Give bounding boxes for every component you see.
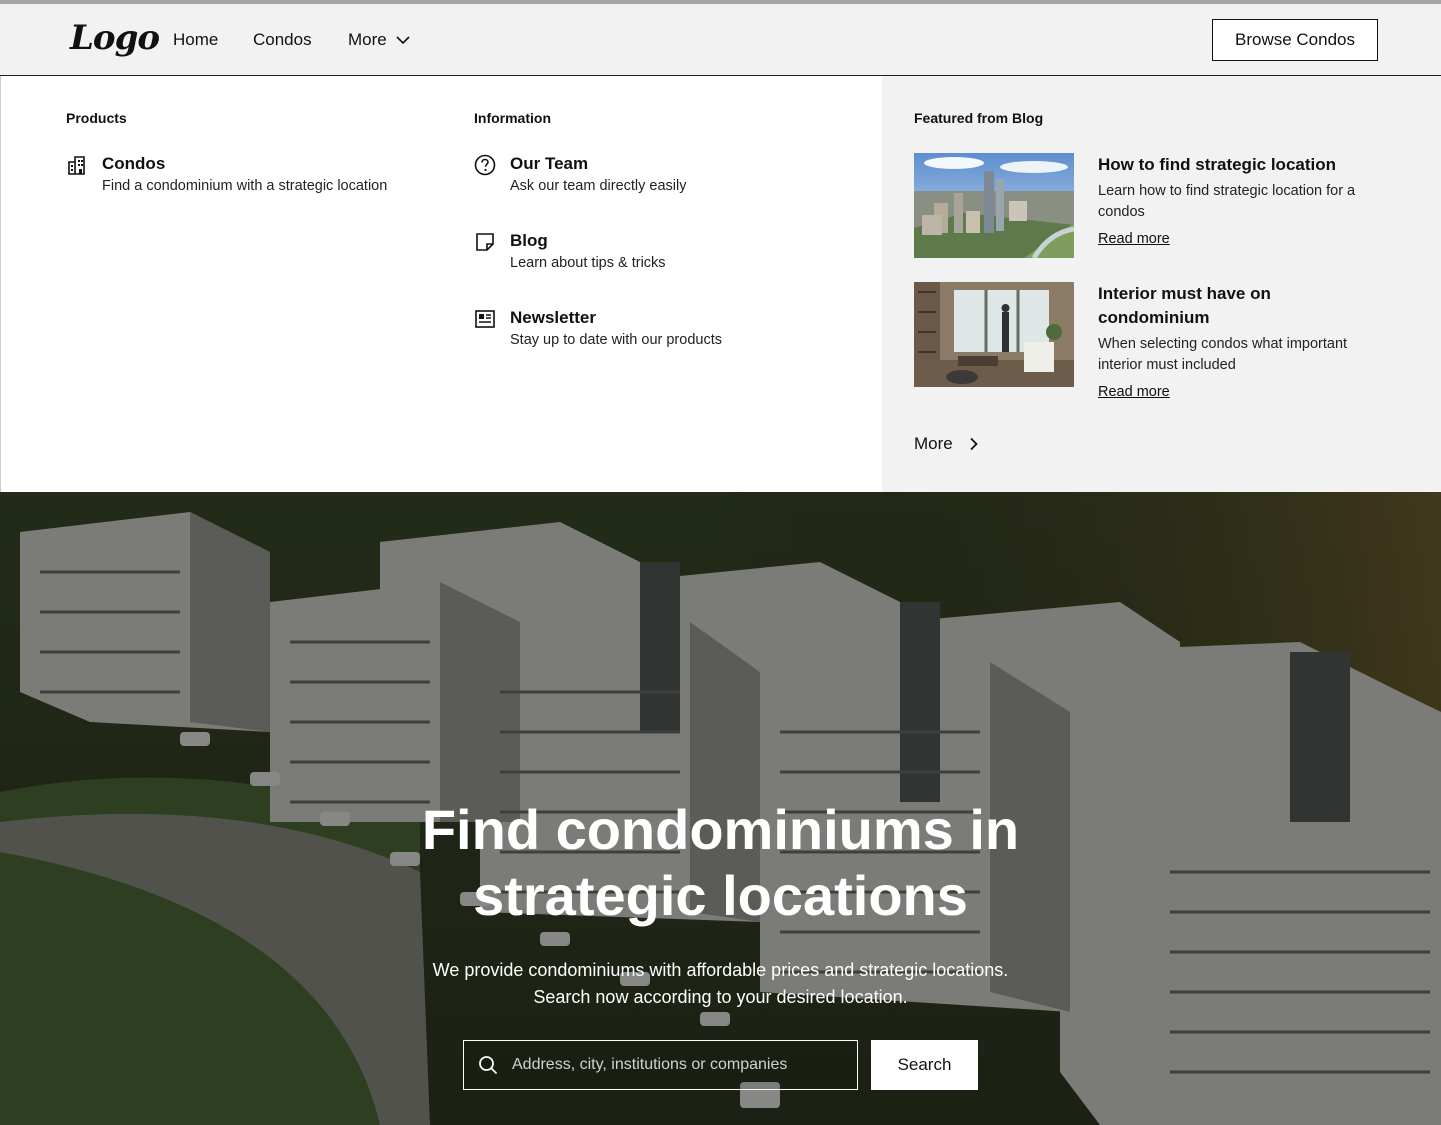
newspaper-icon xyxy=(475,310,495,328)
menu-item-title: Newsletter xyxy=(510,308,596,327)
hero-section: Find condominiums in strategic locations… xyxy=(0,492,1441,1125)
nav-condos[interactable]: Condos xyxy=(253,30,312,50)
search-button[interactable]: Search xyxy=(871,1040,978,1090)
blog-post-desc: Learn how to find strategic location for… xyxy=(1098,183,1356,220)
nav-more-label: More xyxy=(348,30,387,49)
menu-item-newsletter[interactable]: Newsletter Stay up to date with our prod… xyxy=(474,308,722,350)
products-heading: Products xyxy=(66,110,127,126)
featured-more-label: More xyxy=(914,434,953,453)
menu-item-desc: Learn about tips & tricks xyxy=(510,255,666,271)
blog-post-desc: When selecting condos what important int… xyxy=(1098,336,1348,373)
site-header: Logo Home Condos More Browse Condos xyxy=(0,4,1441,76)
blog-post-title: How to find strategic location xyxy=(1098,155,1337,174)
blog-post-title: Interior must have on condominium xyxy=(1098,284,1271,327)
sticky-note-icon xyxy=(476,233,494,251)
menu-item-desc: Stay up to date with our products xyxy=(510,332,722,348)
question-circle-icon xyxy=(474,154,496,176)
menu-item-blog[interactable]: Blog Learn about tips & tricks xyxy=(474,231,666,273)
featured-more-link[interactable]: More xyxy=(914,434,981,454)
building-icon xyxy=(68,156,85,175)
read-more-link[interactable]: Read more xyxy=(1098,231,1170,247)
hero-subtitle-line-2: Search now according to your desired loc… xyxy=(533,987,908,1007)
nav-more-dropdown[interactable]: More xyxy=(348,30,411,50)
menu-item-our-team[interactable]: Our Team Ask our team directly easily xyxy=(474,154,686,196)
menu-item-condos[interactable]: Condos Find a condominium with a strateg… xyxy=(66,154,387,196)
chevron-right-icon xyxy=(970,437,978,451)
blog-post-card[interactable]: Interior must have on condominium When s… xyxy=(914,282,1384,401)
logo[interactable]: Logo xyxy=(70,18,160,58)
menu-item-title: Condos xyxy=(102,154,166,173)
menu-item-desc: Ask our team directly easily xyxy=(510,178,687,194)
blog-thumbnail-city[interactable] xyxy=(914,153,1074,258)
featured-heading: Featured from Blog xyxy=(914,110,1044,126)
nav-home[interactable]: Home xyxy=(173,30,218,50)
hero-subtitle: We provide condominiums with affordable … xyxy=(0,957,1441,1011)
read-more-link[interactable]: Read more xyxy=(1098,384,1170,400)
menu-item-title: Our Team xyxy=(510,154,589,173)
search-input[interactable] xyxy=(512,1056,832,1074)
hero-subtitle-line-1: We provide condominiums with affordable … xyxy=(432,960,1009,980)
mega-menu: Products Condos Find a condominium with … xyxy=(0,76,1441,492)
browse-condos-button[interactable]: Browse Condos xyxy=(1212,19,1378,61)
menu-item-title: Blog xyxy=(510,231,548,250)
hero-title-line-1: Find condominiums in xyxy=(421,798,1020,861)
chevron-down-icon xyxy=(396,36,410,45)
hero-title-line-2: strategic locations xyxy=(473,864,968,927)
hero-title: Find condominiums in strategic locations xyxy=(0,797,1441,929)
blog-thumbnail-interior[interactable] xyxy=(914,282,1074,387)
search-icon xyxy=(479,1056,498,1075)
information-heading: Information xyxy=(474,110,551,126)
location-search-box[interactable] xyxy=(463,1040,858,1090)
blog-post-card[interactable]: How to find strategic location Learn how… xyxy=(914,153,1384,258)
menu-item-desc: Find a condominium with a strategic loca… xyxy=(102,178,388,194)
